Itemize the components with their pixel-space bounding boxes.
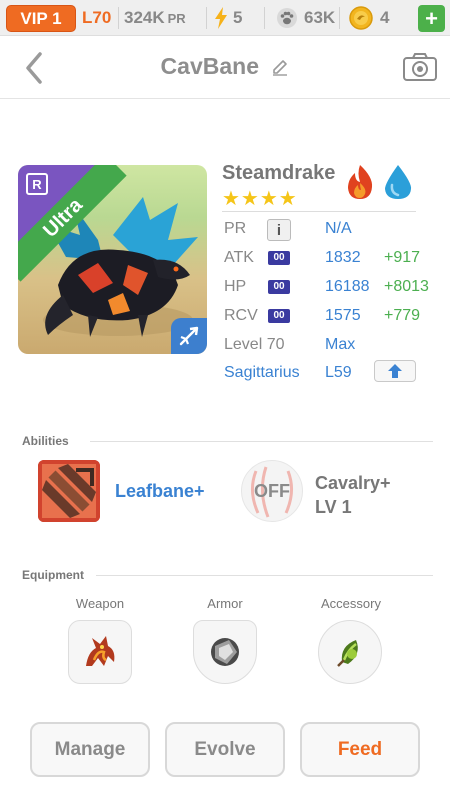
class-badge <box>171 318 207 354</box>
constellation-level: L59 <box>325 364 352 381</box>
archer-icon <box>179 326 199 346</box>
evolve-button[interactable]: Evolve <box>165 722 285 777</box>
rcv-label: RCV <box>224 307 258 324</box>
ability-leafbane-icon[interactable] <box>38 460 100 522</box>
fire-element-icon <box>343 163 377 201</box>
ability-cavalry-name: Cavalry+ <box>315 473 391 493</box>
power-rating-value: 324K <box>124 8 165 27</box>
coin-counter[interactable]: 4 <box>349 0 389 36</box>
monster-stars: ★★★★ <box>222 188 298 210</box>
page-header: CavBane <box>0 37 450 99</box>
vip-badge[interactable]: VIP 1 <box>6 5 76 32</box>
coin-value: 4 <box>380 8 390 27</box>
paw-counter[interactable]: 63K <box>276 0 335 36</box>
name-divider <box>222 211 416 212</box>
page-title: CavBane <box>160 53 259 79</box>
steel-armor-icon <box>211 638 239 666</box>
camera-icon <box>403 53 437 81</box>
atk-label: ATK <box>224 249 254 266</box>
ability-cavalry-level: LV 1 <box>315 497 352 517</box>
ability-leafbane-name[interactable]: Leafbane+ <box>115 481 205 502</box>
status-separator <box>206 7 207 29</box>
leaf-charm-accessory-icon <box>337 640 358 667</box>
armor-label: Armor <box>207 596 243 611</box>
rcv-value: 1575 <box>325 307 361 324</box>
pencil-icon <box>273 60 288 76</box>
upgrade-constellation-button[interactable] <box>374 360 416 382</box>
section-divider <box>96 575 433 576</box>
power-rating-unit: PR <box>167 10 186 26</box>
abilities-section-title: Abilities <box>22 434 69 448</box>
equipment-section-title: Equipment <box>22 568 84 582</box>
pr-label: PR <box>224 220 247 237</box>
player-power-rating: 324K PR <box>124 0 186 36</box>
weapon-label: Weapon <box>75 596 125 611</box>
paw-icon <box>276 7 298 29</box>
title-area: CavBane <box>0 53 450 81</box>
ability-state: OFF <box>254 480 290 501</box>
arrow-up-icon <box>388 364 402 378</box>
level-value: Max <box>325 336 356 353</box>
rcv-badge: 00 <box>268 309 290 323</box>
lightning-icon <box>214 7 228 29</box>
energy-value: 5 <box>233 8 243 27</box>
hp-value: 16188 <box>325 278 370 295</box>
atk-bonus: +917 <box>384 249 421 266</box>
manage-button[interactable]: Manage <box>30 722 150 777</box>
constellation-link[interactable]: Sagittarius <box>224 364 300 382</box>
water-element-icon <box>381 163 415 201</box>
atk-badge: 00 <box>268 251 290 265</box>
weapon-slot[interactable] <box>68 620 132 684</box>
paw-value: 63K <box>304 8 336 27</box>
monster-portrait[interactable]: R Ultra <box>18 165 207 354</box>
add-currency-button[interactable]: + <box>418 5 445 32</box>
armor-slot[interactable] <box>193 620 257 684</box>
hp-bonus: +8013 <box>384 278 429 295</box>
monster-name: Steamdrake <box>222 162 336 184</box>
ability-cavalry-off-toggle[interactable]: OFF <box>241 460 303 522</box>
camera-button[interactable] <box>402 52 438 82</box>
feed-button[interactable]: Feed <box>300 722 420 777</box>
info-button[interactable]: i <box>267 219 291 241</box>
energy-counter[interactable]: 5 <box>214 0 242 36</box>
status-bar: VIP 1 L70 324K PR 5 63K 4 + <box>0 0 450 36</box>
level-label: Level 70 <box>224 336 285 353</box>
edit-name-button[interactable] <box>271 58 289 81</box>
pr-value: N/A <box>325 220 352 237</box>
rarity-icon: R <box>26 173 48 195</box>
atk-value: 1832 <box>325 249 361 266</box>
status-separator <box>339 7 340 29</box>
rcv-bonus: +779 <box>384 307 421 324</box>
status-separator <box>264 7 265 29</box>
coin-icon <box>349 6 373 30</box>
hp-label: HP <box>224 278 247 295</box>
accessory-label: Accessory <box>321 596 381 611</box>
hp-badge: 00 <box>268 280 290 294</box>
status-separator <box>118 7 119 29</box>
section-divider <box>90 441 433 442</box>
accessory-slot[interactable] <box>318 620 382 684</box>
player-level: L70 <box>82 8 112 27</box>
fire-beast-weapon-icon <box>86 636 115 666</box>
ability-cavalry-info[interactable]: Cavalry+ LV 1 <box>315 471 391 519</box>
